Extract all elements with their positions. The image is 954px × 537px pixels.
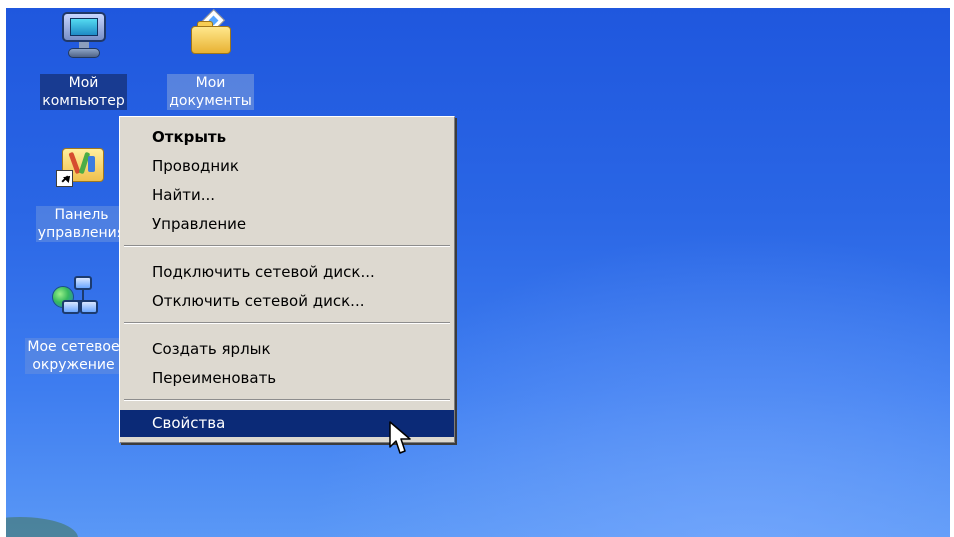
menu-item-rename[interactable]: Переименовать	[120, 365, 454, 392]
desktop-icon-my-computer[interactable]: Мой компьютер	[26, 8, 141, 110]
desktop-icon-label-line: управления	[37, 225, 126, 241]
menu-item-disconnect-network-drive[interactable]: Отключить сетевой диск...	[120, 288, 454, 315]
menu-item-properties[interactable]: Свойства	[120, 410, 454, 437]
menu-item-search[interactable]: Найти...	[120, 182, 454, 209]
desktop-icon-label-line: Мои	[195, 75, 226, 91]
desktop-icon-label: Мое сетевое окружение	[25, 338, 122, 374]
desktop-icon-label-line: Панель	[54, 207, 109, 223]
desktop-icon-label: Панель управления	[35, 206, 128, 242]
screenshot-frame: Мой компьютер Мои документы Панель управ…	[0, 0, 954, 537]
desktop-icon-label: Мой компьютер	[40, 74, 127, 110]
desktop-icon-label-line: Мой	[68, 75, 99, 91]
desktop-icon-label: Мои документы	[167, 74, 254, 110]
computer-icon	[54, 8, 114, 68]
menu-separator	[124, 245, 450, 247]
desktop-icon-my-documents[interactable]: Мои документы	[153, 8, 268, 110]
menu-separator	[124, 399, 450, 401]
desktop-icon-label-line: окружение	[32, 357, 115, 373]
desktop-icon-network-places[interactable]: Мое сетевое окружение	[16, 272, 131, 374]
control-panel-icon	[52, 140, 112, 200]
context-menu[interactable]: Открыть Проводник Найти... Управление По…	[119, 116, 455, 443]
menu-item-explorer[interactable]: Проводник	[120, 153, 454, 180]
menu-item-manage[interactable]: Управление	[120, 211, 454, 238]
network-places-icon	[44, 272, 104, 332]
documents-folder-icon	[181, 8, 241, 68]
menu-separator	[124, 322, 450, 324]
desktop-icon-label-line: Мое сетевое	[27, 339, 120, 355]
shortcut-arrow-icon	[55, 170, 73, 187]
menu-item-open[interactable]: Открыть	[120, 124, 454, 151]
desktop-icon-label-line: документы	[169, 93, 252, 109]
menu-item-map-network-drive[interactable]: Подключить сетевой диск...	[120, 259, 454, 286]
menu-item-create-shortcut[interactable]: Создать ярлык	[120, 336, 454, 363]
desktop-icon-label-line: компьютер	[42, 93, 125, 109]
